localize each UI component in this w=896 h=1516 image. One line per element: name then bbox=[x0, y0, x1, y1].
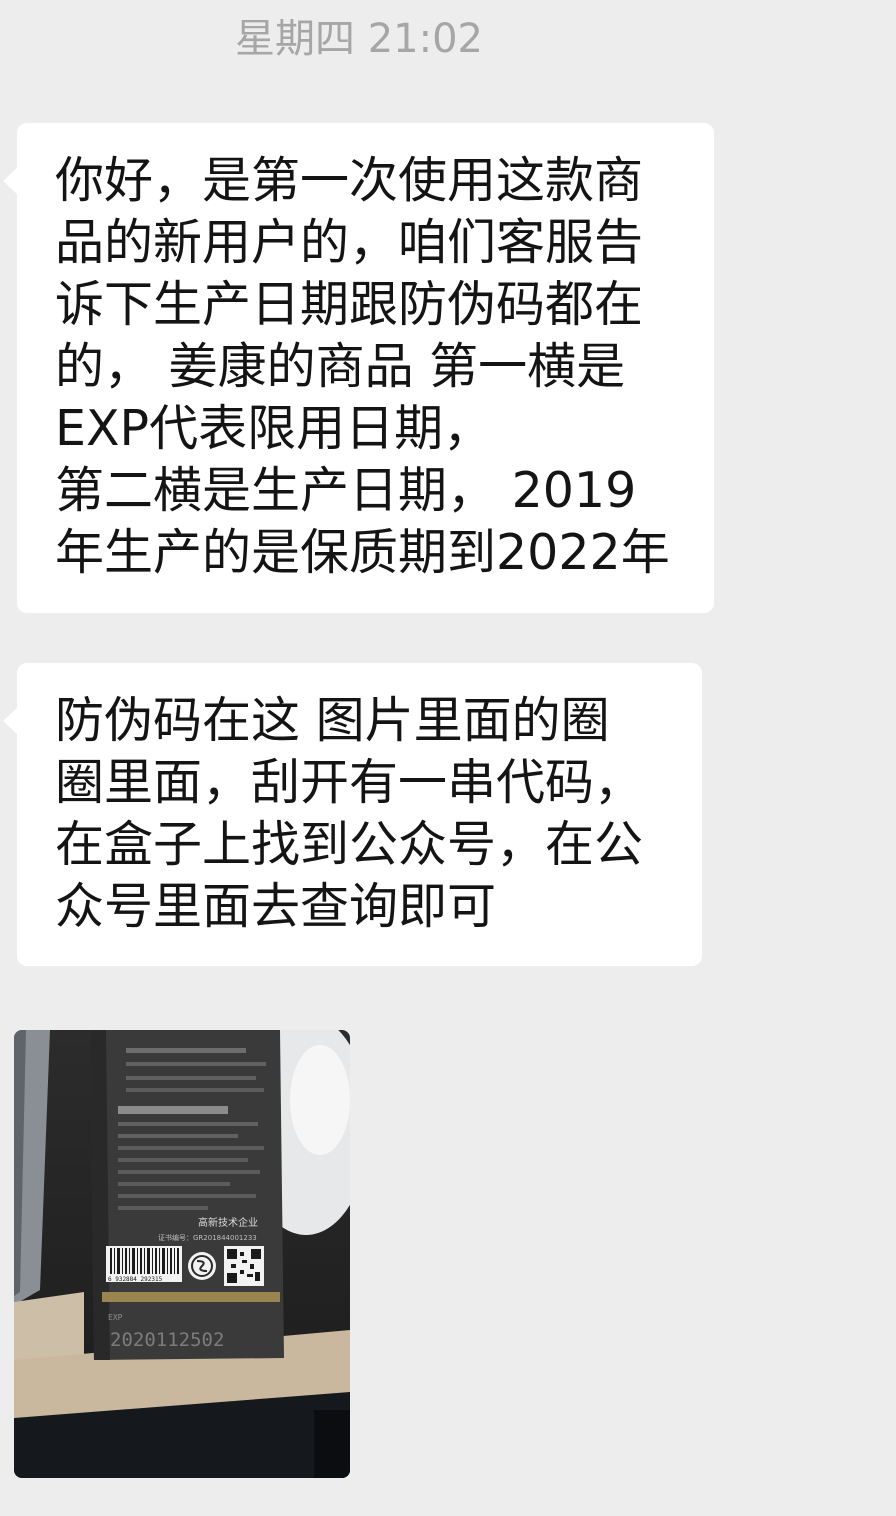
box-enterprise-label: 高新技术企业 bbox=[198, 1216, 258, 1229]
production-date-stamp: 2020112502 bbox=[110, 1329, 224, 1351]
message-bubble-1[interactable]: 你好，是第一次使用这款商 品的新用户的，咱们客服告 诉下生产日期跟防伪码都在 的… bbox=[3, 123, 714, 613]
message-bubble-2[interactable]: 防伪码在这 图片里面的圈 圈里面，刮开有一串代码， 在盒子上找到公众号，在公 众… bbox=[3, 663, 702, 966]
product-photo-message[interactable]: 高新技术企业 证书编号：GR201844001233 6 932884 2923… bbox=[14, 1030, 350, 1478]
exp-stamp: EXP bbox=[108, 1313, 123, 1322]
box-cert-number: 证书编号：GR201844001233 bbox=[158, 1233, 257, 1242]
chat-timestamp: 星期四 21:02 bbox=[235, 16, 483, 62]
product-box-photo: 高新技术企业 证书编号：GR201844001233 6 932884 2923… bbox=[14, 1030, 350, 1478]
barcode-number: 6 932884 292315 bbox=[108, 1276, 163, 1283]
